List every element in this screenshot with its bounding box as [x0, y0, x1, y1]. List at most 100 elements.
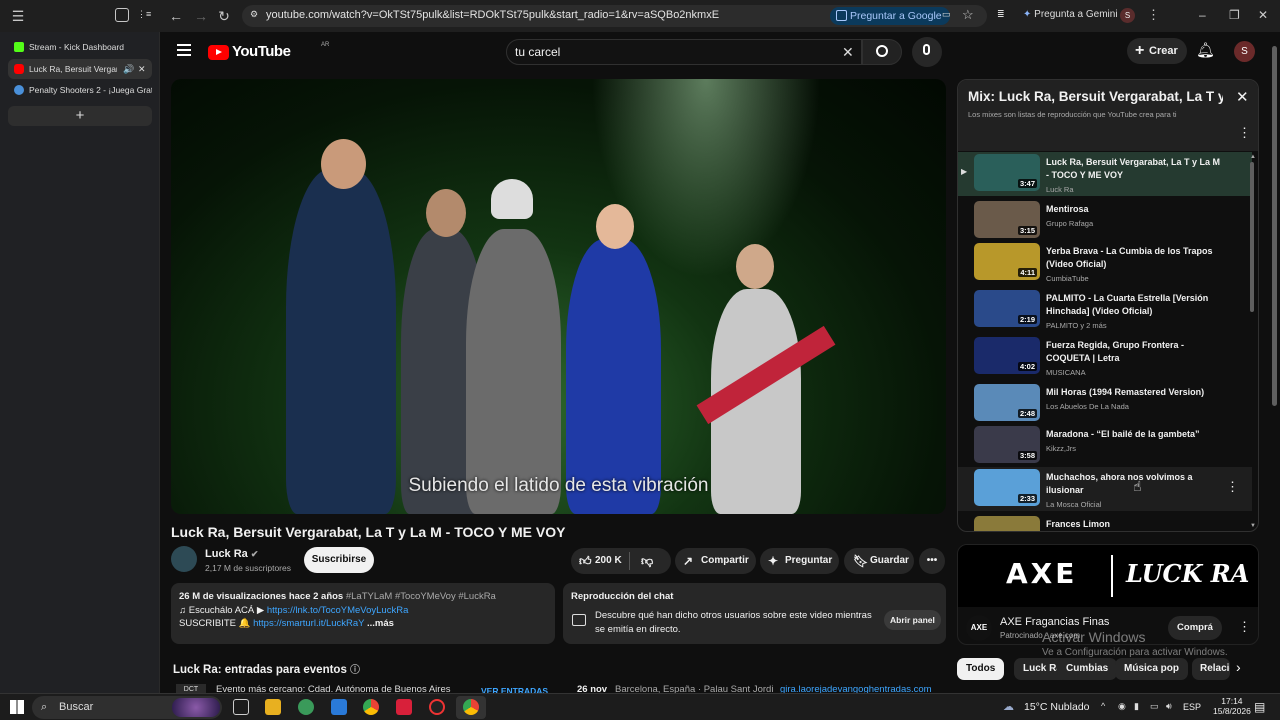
network-icon[interactable]: ▭ [1150, 701, 1159, 712]
restore-icon[interactable]: ❐ [1229, 8, 1240, 22]
bookmark-star-icon[interactable]: ☆ [962, 7, 974, 23]
clear-search-icon[interactable]: ✕ [842, 44, 854, 61]
playlist-item[interactable]: Frances Limon [958, 514, 1252, 531]
playlist-item[interactable]: 2:33 Muchachos, ahora nos volvimos a ilus… [958, 467, 1252, 511]
channel-avatar[interactable] [171, 546, 197, 572]
hamburger-icon[interactable] [177, 44, 191, 56]
chip-cumbias[interactable]: Cumbias [1057, 658, 1118, 680]
ask-button[interactable]: ✦ Preguntar [760, 548, 839, 574]
close-window-icon[interactable]: ✕ [1258, 8, 1268, 22]
desc-link[interactable]: https://smarturl.it/LuckRaY [253, 618, 364, 629]
adobe-icon[interactable] [396, 699, 412, 715]
close-tab-icon[interactable]: ✕ [138, 59, 146, 79]
show-more-link[interactable]: ...más [367, 618, 394, 629]
scroll-down-icon[interactable]: ▼ [1250, 523, 1256, 529]
playlist-menu-icon[interactable]: ⋮ [1238, 125, 1251, 141]
create-button[interactable]: + Crear [1127, 38, 1187, 64]
weather-text[interactable]: 15°C Nublado [1024, 701, 1090, 713]
playlist-item[interactable]: 2:19 PALMITO - La Cuarta Estrella [Versió… [958, 288, 1252, 332]
gemini-button[interactable]: ✦ Pregunta a Gemini [1023, 9, 1118, 20]
subscribe-button[interactable]: Suscribirse [304, 547, 374, 573]
thumbs-down-icon[interactable]: 👎︎ [641, 548, 653, 574]
item-menu-icon[interactable]: ⋮ [1226, 479, 1239, 495]
obs-icon[interactable] [429, 699, 445, 715]
avatar[interactable]: S [1234, 41, 1255, 62]
open-panel-button[interactable]: Abrir panel [884, 610, 941, 630]
menu-icon[interactable]: ⋮ [1147, 7, 1160, 23]
notifications-bell-icon[interactable]: 🔔︎ [1196, 41, 1215, 59]
windows-start-icon[interactable] [10, 700, 24, 714]
chip-all[interactable]: Todos [957, 658, 1005, 680]
tray-chevron-icon[interactable]: ^ [1101, 701, 1105, 711]
playlist-item[interactable]: 4:02 Fuerza Regida, Grupo Frontera - COQU… [958, 335, 1252, 379]
app-icon[interactable] [298, 699, 314, 715]
language-indicator[interactable]: ESP [1183, 702, 1201, 712]
clock[interactable]: 17:14 15/8/2026 [1213, 696, 1251, 716]
ad-cta-button[interactable]: Comprá [1168, 616, 1222, 640]
playlist-item[interactable]: 2:48 Mil Horas (1994 Remastered Version) L… [958, 382, 1252, 426]
playlist-item[interactable]: 3:15 Mentirosa Grupo Rafaga [958, 199, 1252, 243]
reload-icon[interactable]: ↻ [216, 8, 232, 24]
item-channel: Kikzz,Jrs [1046, 444, 1076, 453]
store-icon[interactable] [331, 699, 347, 715]
chrome-active-icon[interactable] [463, 699, 479, 715]
search-button[interactable] [862, 39, 902, 65]
item-title: Maradona - “El bailé de la gambeta” [1046, 429, 1200, 439]
notification-center-icon[interactable]: ▤ [1254, 700, 1265, 714]
share-button[interactable]: ↗ Compartir [675, 548, 756, 574]
playlist-item[interactable]: ▶ 3:47 Luck Ra, Bersuit Vergarabat, La T y… [958, 152, 1252, 196]
search-input[interactable]: tu carcel ✕ [506, 39, 862, 65]
hashtags[interactable]: #LaTYLaM #TocoYMeVoy #LuckRa [346, 591, 496, 602]
minimize-icon[interactable]: – [1199, 8, 1206, 22]
page-scrollbar[interactable] [1272, 46, 1277, 406]
taskbar-search[interactable]: ⌕ Buscar [32, 696, 222, 719]
cast-icon[interactable]: ▭ [942, 9, 951, 20]
like-button[interactable]: 👍︎ 200 K 👎︎ [571, 548, 671, 574]
site-info-icon[interactable]: ⚙ [250, 9, 258, 20]
voice-search-button[interactable] [912, 37, 942, 67]
back-icon[interactable]: ← [168, 8, 184, 24]
reading-list-icon[interactable]: ≣ [997, 9, 1005, 20]
description-box[interactable]: 26 M de visualizaciones hace 2 años #LaT… [171, 583, 555, 644]
video-player[interactable]: Subiendo el latido de esta vibración [171, 79, 946, 514]
url-text[interactable]: youtube.com/watch?v=OkTSt75pulk&list=RDO… [266, 9, 826, 21]
channel-name[interactable]: Luck Ra ✔ [205, 548, 258, 560]
forward-icon[interactable]: → [193, 8, 209, 24]
profile-avatar[interactable]: S [1120, 8, 1135, 23]
tab-youtube[interactable]: Luck Ra, Bersuit Vergarabat 🔊✕ [8, 59, 152, 79]
chip-related[interactable]: Relacio [1192, 658, 1230, 680]
playlist-item[interactable]: 4:11 Yerba Brava - La Cumbia de los Trapo… [958, 241, 1252, 285]
file-explorer-icon[interactable] [265, 699, 281, 715]
tab-grid-icon[interactable] [115, 8, 129, 22]
tray-app-icon[interactable]: ◉ [1118, 701, 1126, 712]
tab-penalty[interactable]: Penalty Shooters 2 - ¡Juega Grat [8, 80, 152, 100]
new-tab-button[interactable]: + [8, 106, 152, 126]
desc-link[interactable]: https://lnk.to/TocoYMeVoyLuckRa [267, 605, 409, 616]
ask-google-button[interactable]: Preguntar a Google [830, 7, 950, 25]
weather-icon[interactable]: ☁ [1003, 700, 1014, 713]
mic-tray-icon[interactable]: ▮ [1134, 701, 1139, 712]
task-view-icon[interactable] [233, 699, 249, 715]
ad-banner[interactable]: AXE LUCK RA [958, 545, 1258, 607]
chat-icon [572, 614, 586, 626]
playlist-item[interactable]: 3:58 Maradona - “El bailé de la gambeta” K… [958, 424, 1252, 468]
scroll-up-icon[interactable]: ▲ [1250, 154, 1256, 160]
tab-kick[interactable]: Stream - Kick Dashboard [8, 37, 152, 57]
chrome-icon[interactable] [363, 699, 379, 715]
more-actions-button[interactable]: ••• [919, 548, 945, 574]
chip-pop[interactable]: Música pop [1115, 658, 1189, 680]
item-title: Yerba Brava - La Cumbia de los Trapos (V… [1046, 246, 1213, 269]
info-icon[interactable]: ⓘ [350, 665, 360, 676]
sidebar-toggle-icon[interactable]: ☰ [10, 8, 26, 24]
volume-icon[interactable]: 🔊︎ [1166, 701, 1172, 712]
subscriber-count: 2,17 M de suscriptores [205, 563, 291, 573]
close-playlist-icon[interactable]: ✕ [1236, 88, 1249, 106]
tab-search-icon[interactable]: ⋮≡ [137, 9, 151, 20]
search-query[interactable]: tu carcel [515, 45, 560, 59]
save-button[interactable]: 🔖︎ Guardar [844, 548, 914, 574]
ad-menu-icon[interactable]: ⋮ [1238, 619, 1251, 635]
playlist-scrollbar[interactable] [1250, 162, 1254, 312]
audio-icon[interactable]: 🔊 [123, 59, 134, 79]
chips-next-icon[interactable]: › [1236, 659, 1241, 675]
thumbnail: 2:48 [974, 384, 1040, 421]
